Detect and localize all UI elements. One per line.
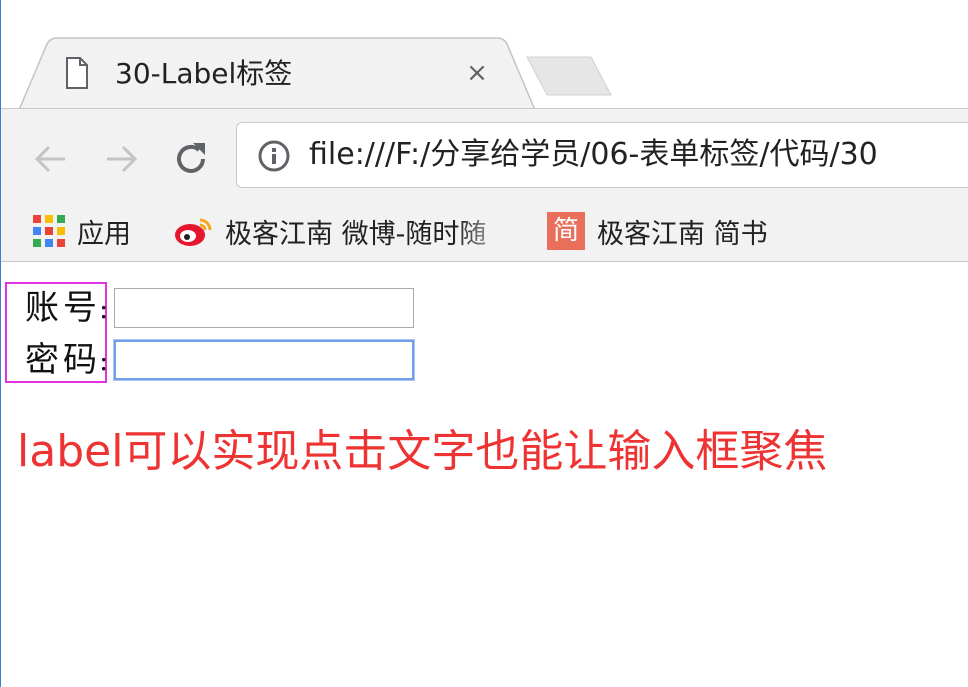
note-latin: label (17, 426, 124, 477)
forward-arrow-icon[interactable] (101, 139, 141, 179)
bookmark-label: 极客江南 简书 (597, 218, 768, 250)
bookmark-label: 应用 (77, 218, 131, 250)
bookmark-label: 极客江南 微博-随时随 (225, 218, 487, 250)
colon: : (99, 291, 109, 325)
reload-icon[interactable] (171, 139, 211, 179)
tab-strip: 30-Label标签 × (1, 0, 968, 111)
account-input[interactable] (114, 288, 415, 328)
note-text: label可以实现点击文字也能让输入框聚焦 (17, 422, 827, 482)
bookmark-apps[interactable]: 应用 (33, 211, 131, 251)
apps-grid-icon (33, 215, 65, 247)
browser-window: 30-Label标签 × file:///F:/分享给学员/06-表单标签/代码… (0, 0, 968, 687)
note-cjk: 可以实现点击文字也能让输入框聚焦 (123, 426, 828, 477)
page-content: 账号 : 密码 : label可以实现点击文字也能让输入框聚焦 (1, 262, 968, 687)
new-tab-button[interactable] (525, 55, 615, 97)
bookmarks-bar: 应用 极客江南 微博-随时随 简 极客江南 简书 (1, 203, 968, 262)
account-label[interactable]: 账号 (25, 286, 101, 330)
account-row: 账号 : (25, 286, 415, 330)
password-input[interactable] (114, 340, 415, 380)
password-label[interactable]: 密码 (25, 338, 101, 382)
password-row: 密码 : (25, 338, 415, 382)
jianshu-icon: 简 (547, 212, 585, 250)
bookmark-jianshu[interactable]: 简 极客江南 简书 (547, 211, 768, 251)
bookmark-weibo[interactable]: 极客江南 微博-随时随 (173, 211, 515, 251)
tab-close-icon[interactable]: × (463, 58, 491, 88)
back-arrow-icon[interactable] (31, 139, 71, 179)
info-icon[interactable] (257, 139, 291, 173)
weibo-icon (175, 218, 212, 246)
address-bar[interactable]: file:///F:/分享给学员/06-表单标签/代码/30 (236, 122, 968, 188)
colon: : (99, 343, 109, 377)
browser-toolbar: file:///F:/分享给学员/06-表单标签/代码/30 (1, 108, 968, 204)
file-icon (66, 57, 88, 89)
url-text[interactable]: file:///F:/分享给学员/06-表单标签/代码/30 (309, 133, 878, 177)
tab-title[interactable]: 30-Label标签 (115, 56, 292, 92)
